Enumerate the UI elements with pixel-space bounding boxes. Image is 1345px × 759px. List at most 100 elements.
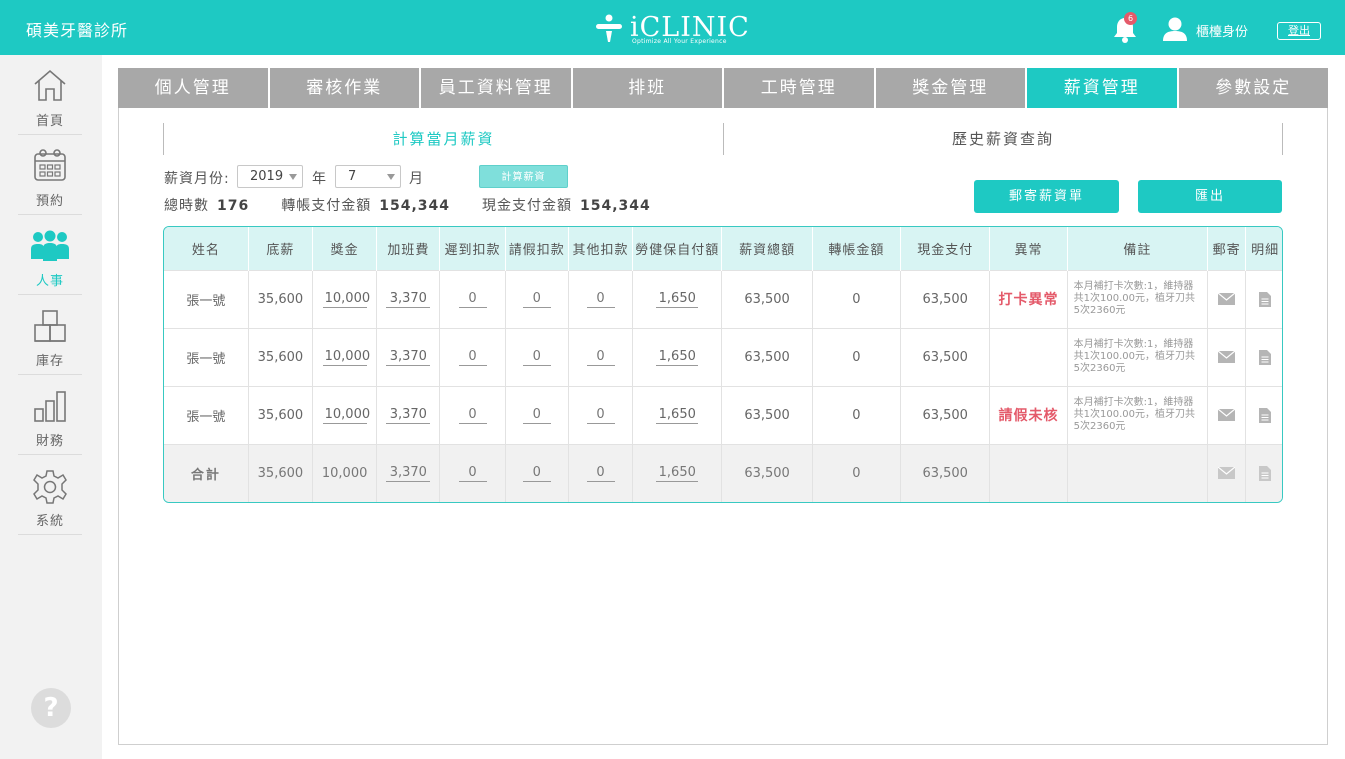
month-value: 7 (348, 169, 357, 184)
cash-amount: 63,500 (900, 269, 991, 328)
overtime-field[interactable]: 3,370 (386, 348, 431, 366)
mail-icon[interactable] (1218, 409, 1236, 421)
calendar-icon (34, 149, 66, 181)
sidebar-item-appointment[interactable]: 預約 (18, 135, 82, 215)
salary-total: 63,500 (721, 327, 813, 386)
salary-summary: 總時數 176 轉帳支付金額 154,344 現金支付金額 154,344 (164, 195, 683, 215)
mail-icon[interactable] (1218, 351, 1236, 363)
sidebar: 首頁 預約 人事 庫存 財務 系統 ? (0, 55, 102, 759)
col-header: 其他扣款 (568, 227, 634, 270)
main-tabs: 個人管理 審核作業 員工資料管理 排班 工時管理 獎金管理 薪資管理 參數設定 (118, 68, 1328, 108)
document-icon[interactable] (1259, 465, 1272, 481)
abnormal-status[interactable]: 打卡異常 (989, 269, 1068, 328)
people-icon (31, 230, 69, 261)
remark: 本月補打卡次數:1，維持器共1次100.00元，植牙刀共5次2360元 (1067, 269, 1209, 328)
col-header: 獎金 (312, 227, 378, 270)
user-icon[interactable] (1162, 16, 1188, 42)
mail-icon[interactable] (1218, 467, 1236, 480)
tab-bonus[interactable]: 獎金管理 (875, 68, 1027, 108)
other-deduction-field[interactable]: 0 (586, 290, 615, 308)
document-icon[interactable] (1259, 407, 1272, 423)
base-salary: 35,600 (248, 327, 314, 386)
sidebar-item-label: 庫存 (35, 354, 64, 369)
help-button[interactable]: ? (31, 688, 71, 728)
col-header: 請假扣款 (505, 227, 569, 270)
col-header: 勞健保自付額 (632, 227, 723, 270)
top-bar: 碩美牙醫診所 iCLINIC Optimize All Your Experie… (0, 0, 1345, 55)
transfer-amount: 0 (812, 269, 902, 328)
overtime-field[interactable]: 3,370 (386, 406, 431, 424)
tab-review[interactable]: 審核作業 (269, 68, 421, 108)
total-overtime: 3,370 (386, 464, 431, 483)
table-row: 張一號 35,600 10,000 3,370 0 0 0 1,650 63,5… (164, 385, 1282, 444)
mail-payslip-button[interactable]: 郵寄薪資單 (974, 180, 1119, 213)
employee-name: 張一號 (164, 385, 249, 444)
total-bonus: 10,000 (312, 443, 378, 502)
total-other-deduction: 0 (586, 464, 615, 483)
sidebar-item-hr[interactable]: 人事 (18, 215, 82, 295)
leave-deduction-field[interactable]: 0 (522, 348, 551, 366)
total-late-deduction: 0 (458, 464, 487, 483)
employee-name: 張一號 (164, 269, 249, 328)
other-deduction-field[interactable]: 0 (586, 406, 615, 424)
sidebar-item-system[interactable]: 系統 (18, 455, 82, 535)
col-header: 郵寄 (1207, 227, 1247, 270)
late-deduction-field[interactable]: 0 (458, 348, 487, 366)
total-hours-label: 總時數 (164, 198, 209, 214)
month-label: 薪資月份: (164, 171, 230, 187)
bonus-field[interactable]: 10,000 (322, 290, 370, 308)
logout-button[interactable]: 登出 (1277, 22, 1321, 40)
tab-scheduling[interactable]: 排班 (572, 68, 724, 108)
subtab-history[interactable]: 歷史薪資查詢 (724, 123, 1283, 155)
sidebar-item-finance[interactable]: 財務 (18, 375, 82, 455)
tab-salary[interactable]: 薪資管理 (1027, 68, 1179, 108)
insurance-field[interactable]: 1,650 (656, 406, 699, 424)
abnormal-status[interactable]: 請假未核 (989, 385, 1068, 444)
col-header: 轉帳金額 (812, 227, 902, 270)
col-header: 備註 (1067, 227, 1209, 270)
table-row: 張一號 35,600 10,000 3,370 0 0 0 1,650 63,5… (164, 269, 1282, 328)
salary-total: 63,500 (721, 385, 813, 444)
tab-settings[interactable]: 參數設定 (1178, 68, 1328, 108)
year-select[interactable]: 2019 (237, 165, 303, 188)
transfer-amount: 0 (812, 385, 902, 444)
sidebar-item-inventory[interactable]: 庫存 (18, 295, 82, 375)
document-icon[interactable] (1259, 349, 1272, 365)
table-row: 張一號 35,600 10,000 3,370 0 0 0 1,650 63,5… (164, 327, 1282, 386)
late-deduction-field[interactable]: 0 (458, 406, 487, 424)
calculate-salary-button[interactable]: 計算薪資 (479, 165, 568, 188)
salary-table: 姓名 底薪 獎金 加班費 遲到扣款 請假扣款 其他扣款 勞健保自付額 薪資總額 … (163, 226, 1283, 503)
col-header: 異常 (989, 227, 1068, 270)
mail-icon[interactable] (1218, 293, 1236, 305)
tab-personal[interactable]: 個人管理 (118, 68, 270, 108)
year-unit: 年 (312, 171, 327, 187)
document-icon[interactable] (1259, 291, 1272, 307)
month-select[interactable]: 7 (335, 165, 401, 188)
cash-total-value: 154,344 (580, 198, 651, 214)
col-header: 現金支付 (900, 227, 991, 270)
leave-deduction-field[interactable]: 0 (522, 406, 551, 424)
export-button[interactable]: 匯出 (1138, 180, 1282, 213)
subtab-calc-salary[interactable]: 計算當月薪資 (163, 123, 724, 155)
sidebar-item-home[interactable]: 首頁 (18, 55, 82, 135)
logo-tagline: Optimize All Your Experience (632, 38, 727, 45)
col-header: 遲到扣款 (439, 227, 506, 270)
insurance-field[interactable]: 1,650 (656, 290, 699, 308)
overtime-field[interactable]: 3,370 (386, 290, 431, 308)
table-total-row: 合計 35,600 10,000 3,370 0 0 0 1,650 63,50… (164, 443, 1282, 502)
bonus-field[interactable]: 10,000 (322, 348, 370, 366)
bonus-field[interactable]: 10,000 (322, 406, 370, 424)
other-deduction-field[interactable]: 0 (586, 348, 615, 366)
insurance-field[interactable]: 1,650 (656, 348, 699, 366)
tab-employee-data[interactable]: 員工資料管理 (421, 68, 573, 108)
leave-deduction-field[interactable]: 0 (522, 290, 551, 308)
sidebar-item-label: 預約 (35, 194, 64, 209)
late-deduction-field[interactable]: 0 (458, 290, 487, 308)
abnormal-status[interactable] (989, 327, 1068, 386)
total-leave-deduction: 0 (522, 464, 551, 483)
bar-chart-icon (34, 391, 66, 422)
col-header: 姓名 (164, 227, 249, 270)
total-salary: 63,500 (721, 443, 813, 502)
sidebar-item-label: 首頁 (35, 114, 64, 129)
tab-work-hours[interactable]: 工時管理 (724, 68, 876, 108)
